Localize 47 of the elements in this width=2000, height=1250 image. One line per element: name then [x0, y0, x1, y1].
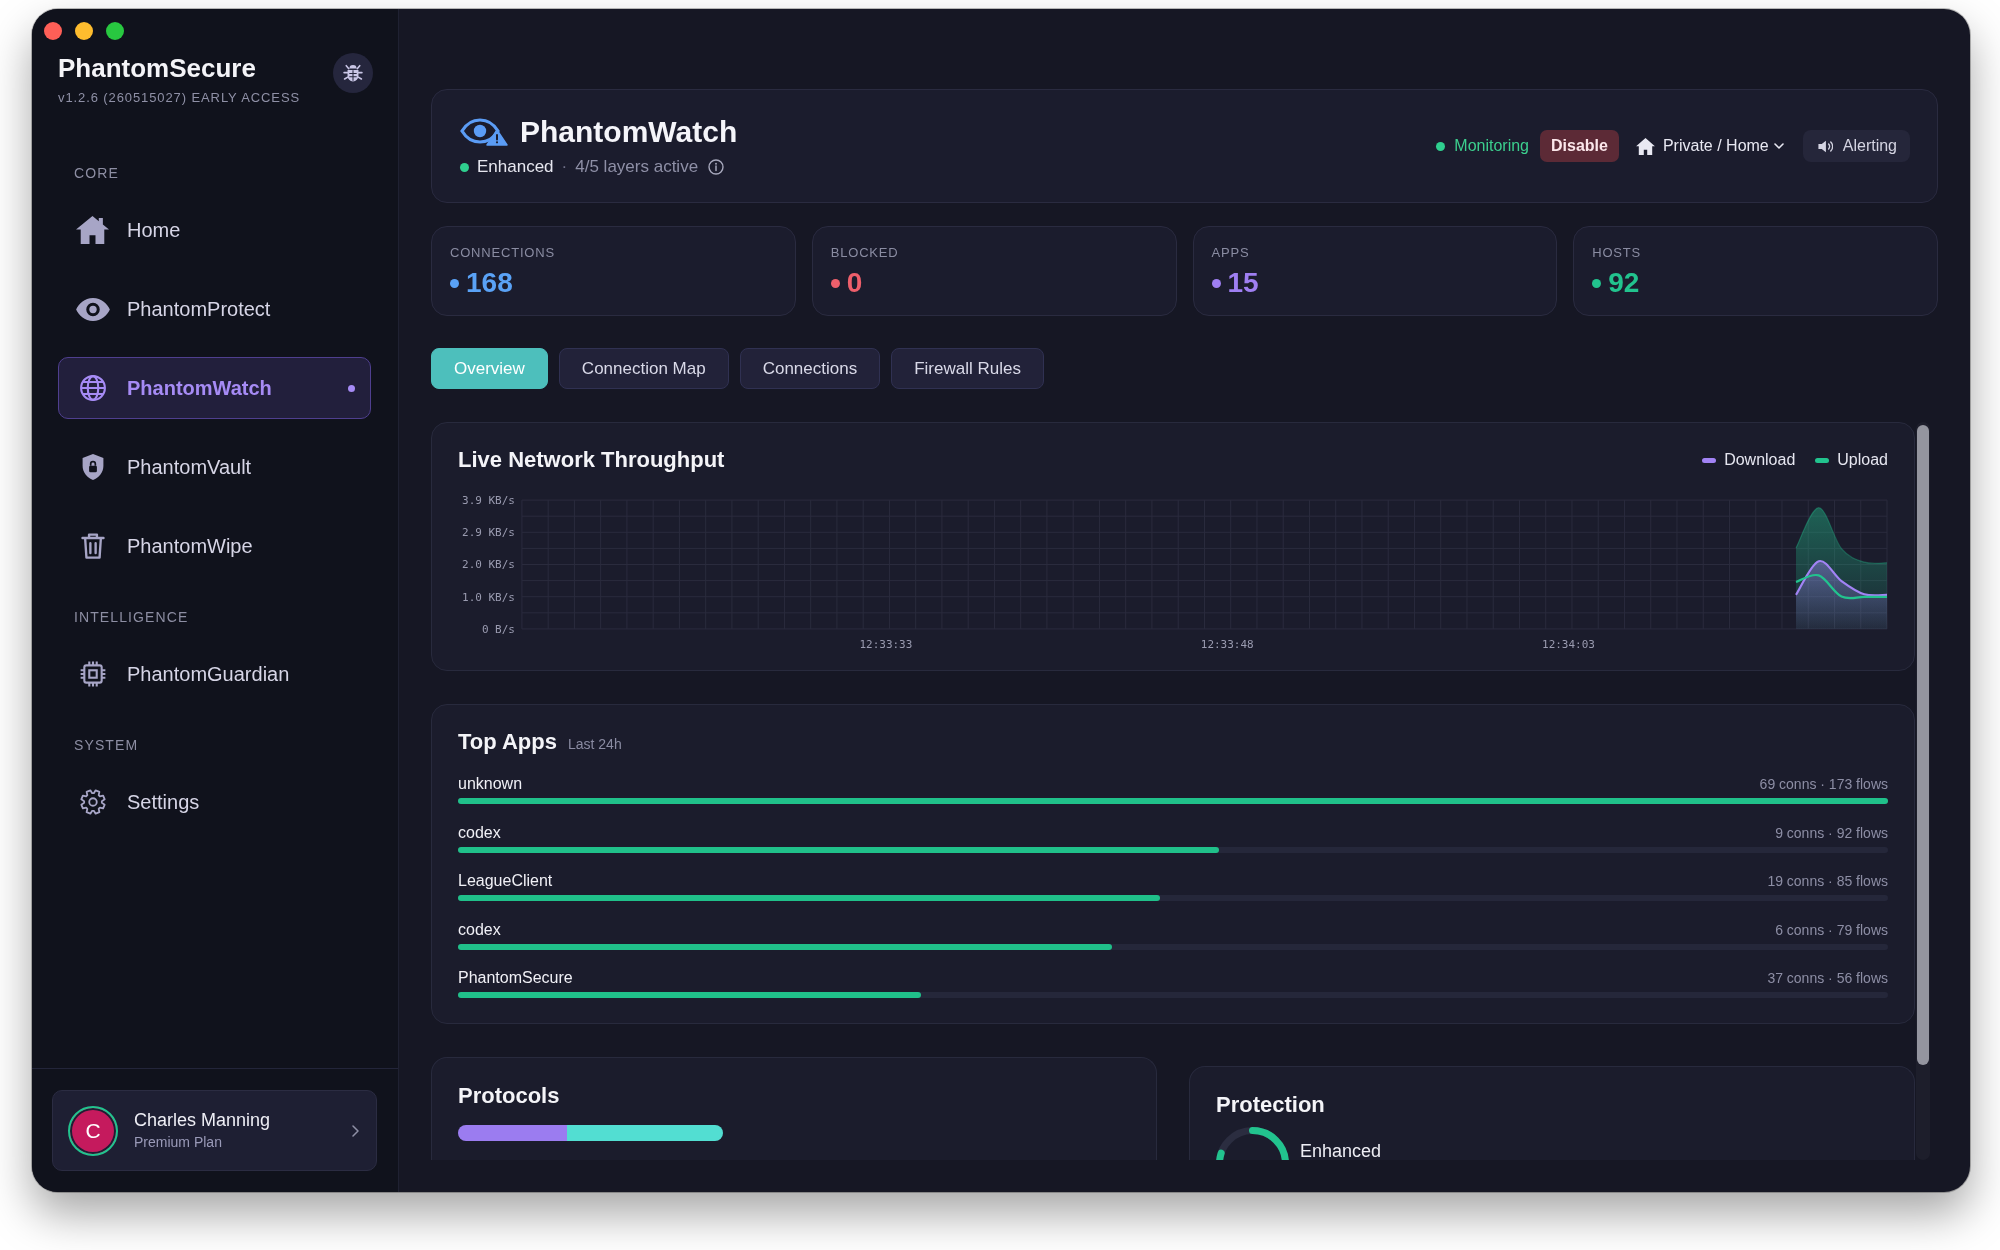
axis-label: 0 B/s	[481, 622, 515, 636]
section-label: CORE	[73, 164, 119, 182]
axis-label: 2.9 KB/s	[462, 526, 515, 540]
axis-label: 1.0 KB/s	[462, 590, 515, 604]
monitoring-status: Monitoring	[1454, 137, 1529, 155]
stat-value: 15	[1227, 267, 1259, 299]
protection-status: Enhanced	[1300, 1142, 1382, 1160]
card-title: Protection	[1216, 1091, 1326, 1119]
section-label: SYSTEM	[73, 736, 139, 754]
layers-count: 4/5 layers active	[575, 157, 699, 177]
app-stats: 19 conns · 85 flows	[1767, 872, 1888, 891]
user-name: Charles Manning	[134, 1110, 271, 1131]
app-stats: 37 conns · 56 flows	[1767, 969, 1888, 988]
stat-label: BLOCKED	[830, 245, 899, 261]
bullet-separator: ·	[561, 157, 568, 177]
axis-label: 12:33:33	[859, 637, 913, 651]
stat-value: 0	[846, 267, 863, 299]
legend-label: Download	[1724, 451, 1796, 469]
stat-value: 92	[1608, 267, 1640, 299]
stat-label: APPS	[1211, 245, 1250, 261]
version-label: v1.2.6 (260515027) EARLY ACCESS	[58, 90, 301, 106]
app-name: codex	[458, 919, 501, 940]
period-label: Last 24h	[568, 736, 622, 752]
axis-label: 2.0 KB/s	[462, 558, 515, 572]
axis-label: 12:33:48	[1200, 637, 1254, 651]
section-label: INTELLIGENCE	[73, 608, 189, 626]
card-title: Protocols	[458, 1082, 561, 1110]
card-title: Top Apps	[458, 728, 557, 756]
axis-label: 12:34:03	[1542, 637, 1595, 651]
app-name: codex	[458, 822, 501, 843]
stat-label: CONNECTIONS	[450, 245, 555, 261]
protection-status: Enhanced	[477, 157, 554, 177]
app-name: LeagueClient	[458, 871, 553, 891]
card-title: Live Network Throughput	[458, 446, 725, 474]
app-stats: 9 conns · 92 flows	[1775, 823, 1888, 843]
stat-label: HOSTS	[1592, 245, 1642, 261]
axis-label: 3.9 KB/s	[462, 494, 515, 508]
app-stats: 69 conns · 173 flows	[1759, 775, 1888, 794]
avatar: C	[68, 1105, 118, 1156]
stat-value: 168	[466, 267, 513, 299]
app-name: unknown	[458, 774, 523, 794]
app-stats: 6 conns · 79 flows	[1775, 920, 1888, 940]
user-plan: Premium Plan	[134, 1134, 222, 1151]
app-title: PhantomSecure	[58, 52, 256, 84]
legend-label: Upload	[1837, 451, 1888, 469]
page-title: PhantomWatch	[520, 115, 738, 149]
app-name: PhantomSecure	[458, 968, 573, 988]
